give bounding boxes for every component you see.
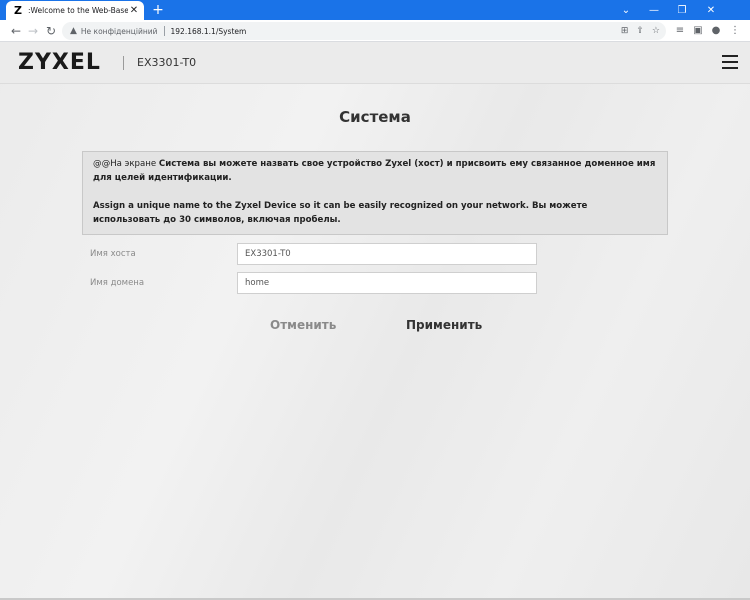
tab-search-icon[interactable]: ⌄	[612, 0, 640, 20]
profile-icon[interactable]: ●	[708, 23, 724, 39]
apply-button[interactable]: Применить	[406, 316, 487, 336]
url-text[interactable]: 192.168.1.1/System	[171, 27, 247, 36]
hamburger-menu-icon[interactable]	[722, 55, 738, 69]
tab-title: :Welcome to the Web-Based Co	[28, 6, 128, 15]
page-title: Система	[339, 108, 411, 126]
cancel-button[interactable]: Отменить	[270, 316, 336, 334]
host-name-input[interactable]	[237, 243, 537, 265]
zyxel-favicon-icon: Z	[14, 4, 22, 17]
app-header: ZYXEL EX3301-T0	[0, 42, 750, 84]
forward-icon[interactable]: →	[25, 23, 41, 39]
browser-toolbar: ← → ↻ ▲ Не конфіденційний 192.168.1.1/Sy…	[0, 20, 750, 42]
restore-icon[interactable]: ❐	[668, 0, 696, 20]
tab-close-icon[interactable]: ✕	[128, 5, 140, 16]
browser-titlebar: Z :Welcome to the Web-Based Co ✕ + ⌄ — ❐…	[0, 0, 750, 20]
browser-tab[interactable]: Z :Welcome to the Web-Based Co ✕	[6, 1, 144, 20]
domain-name-input[interactable]	[237, 272, 537, 294]
domain-name-label: Имя домена	[90, 278, 145, 288]
translate-icon[interactable]: ⊞	[621, 26, 629, 36]
header-divider	[123, 56, 124, 70]
share-icon[interactable]: ⇪	[636, 26, 644, 36]
address-bar[interactable]: ▲ Не конфіденційний 192.168.1.1/System ⊞…	[62, 22, 666, 40]
back-icon[interactable]: ←	[8, 23, 24, 39]
new-tab-icon[interactable]: +	[150, 2, 166, 18]
security-label[interactable]: Не конфіденційний	[81, 27, 158, 36]
page-content: ZYXEL EX3301-T0 Система @@На экране Сист…	[0, 42, 750, 598]
omnibox-icons: ⊞ ⇪ ☆	[621, 22, 660, 40]
device-model: EX3301-T0	[137, 56, 197, 69]
host-name-label: Имя хоста	[90, 249, 136, 259]
minimize-icon[interactable]: —	[640, 0, 668, 20]
zyxel-logo: ZYXEL	[18, 50, 101, 75]
side-panel-icon[interactable]: ▣	[690, 23, 706, 39]
close-window-icon[interactable]: ✕	[697, 0, 725, 20]
warning-icon[interactable]: ▲	[70, 26, 77, 36]
info-box: @@На экране Система вы можете назвать св…	[82, 151, 668, 235]
info-paragraph-mixed: Assign a unique name to the Zyxel Device…	[93, 201, 588, 225]
menu-dots-icon[interactable]: ⋮	[727, 23, 743, 39]
reload-icon[interactable]: ↻	[43, 23, 59, 39]
info-paragraph-ru: @@На экране Система вы можете назвать св…	[93, 159, 656, 183]
bookmark-star-icon[interactable]: ☆	[652, 26, 660, 36]
reading-list-icon[interactable]: ≡	[672, 23, 688, 39]
url-divider	[163, 26, 165, 36]
